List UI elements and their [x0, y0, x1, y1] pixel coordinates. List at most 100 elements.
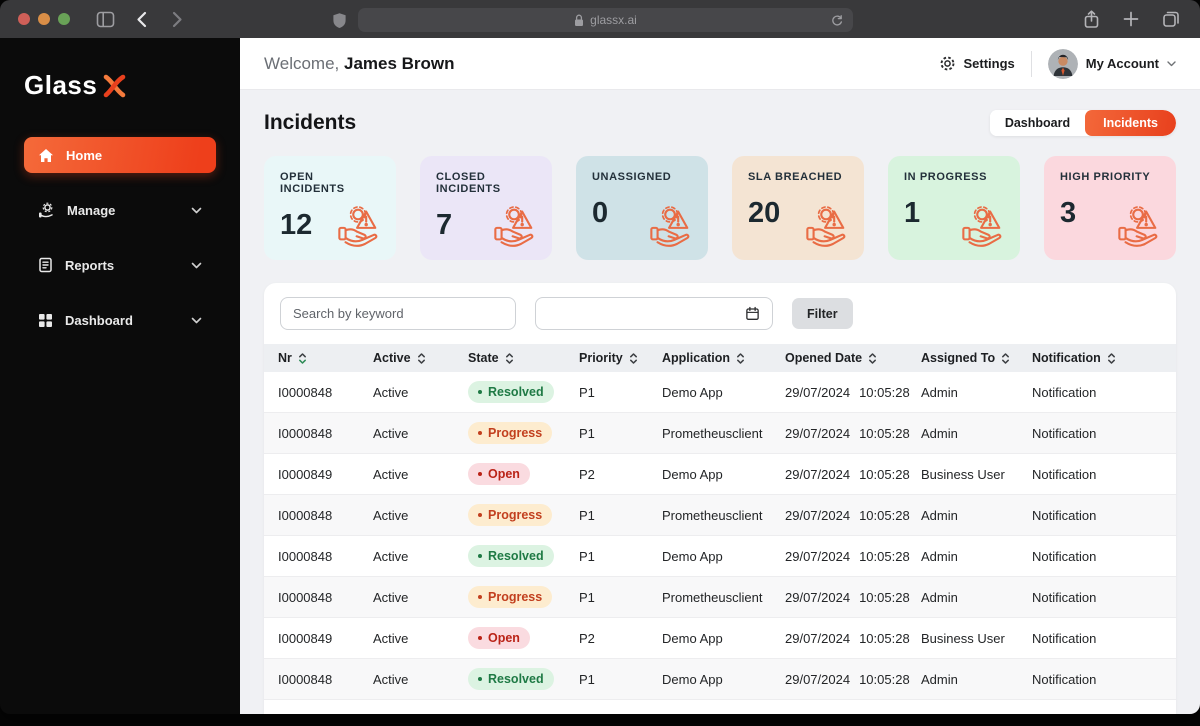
forward-button[interactable]	[164, 6, 190, 32]
table-row[interactable]: I0000848 Active Progress P1 Prometheuscl…	[264, 577, 1176, 618]
sidebar-item-manage[interactable]: Manage	[24, 192, 216, 228]
cell-notification: Notification	[1032, 507, 1097, 523]
table-row[interactable]: I0000848 Active Resolved P1 Demo App 29/…	[264, 372, 1176, 413]
stat-card-open-incidents: OPEN INCIDENTS 12	[264, 156, 396, 260]
stat-card-sla-breached: SLA BREACHED 20	[732, 156, 864, 260]
sort-icon	[1107, 352, 1115, 364]
sidebar-item-label: Manage	[67, 202, 116, 218]
cell-nr: I0000849	[278, 466, 333, 482]
tab-dashboard[interactable]: Dashboard	[989, 110, 1086, 136]
settings-button[interactable]: Settings	[939, 55, 1015, 72]
cell-nr: I0000848	[278, 425, 333, 441]
table-row[interactable]: I0000849 Active Open P2 Demo App 29/07/2…	[264, 618, 1176, 659]
cell-notification: Notification	[1032, 425, 1097, 441]
share-button[interactable]	[1078, 6, 1104, 32]
cell-opened-date: 29/07/2024 10:05:28	[785, 630, 910, 646]
cell-nr: I0000848	[278, 671, 333, 687]
sidebar-item-label: Dashboard	[65, 312, 133, 328]
stat-card-in-progress: IN PROGRESS 1	[888, 156, 1020, 260]
cell-assigned-to: Admin	[921, 384, 958, 400]
my-account-button[interactable]: My Account	[1047, 48, 1176, 79]
cell-application: Demo App	[662, 384, 723, 400]
date-input[interactable]	[535, 297, 773, 330]
table-header: Nr Active State Priority Application Ope…	[264, 344, 1176, 372]
tab-overview-button[interactable]	[1158, 6, 1184, 32]
cell-priority: P2	[579, 466, 595, 482]
table-row[interactable]: I0000848 Active Resolved P1 Demo App 29/…	[264, 659, 1176, 700]
cell-priority: P1	[579, 671, 595, 687]
table-row[interactable]: I0000848 Active Progress P1 Prometheuscl…	[264, 495, 1176, 536]
cell-notification: Notification	[1032, 671, 1097, 687]
cell-assigned-to: Admin	[921, 425, 958, 441]
new-tab-button[interactable]	[1118, 6, 1144, 32]
sidebar-item-reports[interactable]: Reports	[24, 247, 216, 283]
sidebar-item-label: Reports	[65, 257, 115, 273]
cell-opened-date: 29/07/2024 10:05:28	[785, 425, 910, 441]
filter-button[interactable]: Filter	[792, 298, 853, 329]
cell-priority: P1	[579, 425, 595, 441]
back-button[interactable]	[128, 6, 154, 32]
close-window-button[interactable]	[18, 13, 30, 25]
minimize-window-button[interactable]	[38, 13, 50, 25]
column-header-active[interactable]: Active	[373, 351, 468, 365]
cell-priority: P2	[579, 630, 595, 646]
cell-nr: I0000849	[278, 630, 333, 646]
column-header-state[interactable]: State	[468, 351, 579, 365]
cell-priority: P1	[579, 589, 595, 605]
account-label: My Account	[1085, 56, 1159, 71]
column-header-assigned-to[interactable]: Assigned To	[921, 351, 1032, 365]
cell-assigned-to: Admin	[921, 671, 958, 687]
state-badge: Open	[468, 463, 530, 485]
chevron-down-icon	[191, 207, 202, 213]
sort-icon	[737, 352, 745, 364]
stat-label: SLA BREACHED	[748, 171, 843, 183]
cell-assigned-to: Business User	[921, 466, 1005, 482]
app-logo: Glass	[0, 56, 240, 101]
reload-icon	[831, 14, 842, 26]
home-icon	[39, 148, 53, 162]
window-controls	[18, 13, 70, 25]
zoom-window-button[interactable]	[58, 13, 70, 25]
hand-alert-icon	[494, 205, 534, 247]
column-header-notification[interactable]: Notification	[1032, 351, 1162, 365]
cell-application: Demo App	[662, 671, 723, 687]
cell-active: Active	[373, 425, 409, 441]
address-bar[interactable]: glassx.ai	[358, 8, 853, 32]
welcome-message: Welcome, James Brown	[264, 54, 455, 74]
table-row[interactable]: I0000848 Active Progress P1 Prometheuscl…	[264, 413, 1176, 454]
cell-notification: Notification	[1032, 630, 1097, 646]
desktop-background: glassx.ai Glass Home Manage Reports Dash…	[0, 0, 1200, 726]
sidebar-toggle-button[interactable]	[92, 6, 118, 32]
state-badge: Resolved	[468, 545, 554, 567]
hand-alert-icon	[806, 205, 846, 247]
tab-incidents[interactable]: Incidents	[1085, 110, 1176, 136]
cell-notification: Notification	[1032, 466, 1097, 482]
privacy-shield-button[interactable]	[326, 7, 352, 33]
calendar-icon	[746, 306, 759, 320]
sidebar-item-dashboard[interactable]: Dashboard	[24, 302, 216, 338]
cell-opened-date: 29/07/2024 10:05:28	[785, 589, 910, 605]
search-input[interactable]	[280, 297, 516, 330]
column-header-priority[interactable]: Priority	[579, 351, 662, 365]
column-header-application[interactable]: Application	[662, 351, 785, 365]
cell-priority: P1	[579, 548, 595, 564]
cell-active: Active	[373, 630, 409, 646]
main-area: Welcome, James Brown Settings My Account…	[240, 38, 1200, 714]
cell-application: Demo App	[662, 466, 723, 482]
column-header-nr[interactable]: Nr	[278, 351, 373, 365]
sort-icon	[629, 352, 637, 364]
cell-active: Active	[373, 466, 409, 482]
reload-button[interactable]	[828, 12, 845, 29]
table-row[interactable]: I0000848 Active Resolved P1 Demo App 29/…	[264, 536, 1176, 577]
cell-application: Prometheusclient	[662, 589, 763, 605]
plus-icon	[1123, 11, 1139, 27]
state-badge: Resolved	[468, 381, 554, 403]
sidebar-item-home[interactable]: Home	[24, 137, 216, 173]
table-row[interactable]: I0000849 Active Open P2 Demo App 29/07/2…	[264, 454, 1176, 495]
stat-label: OPEN INCIDENTS	[280, 171, 345, 195]
stat-label: UNASSIGNED	[592, 171, 672, 183]
state-badge: Progress	[468, 504, 553, 526]
dashboard-icon	[39, 313, 52, 327]
column-header-opened-date[interactable]: Opened Date	[785, 351, 921, 365]
address-url: glassx.ai	[590, 13, 637, 27]
